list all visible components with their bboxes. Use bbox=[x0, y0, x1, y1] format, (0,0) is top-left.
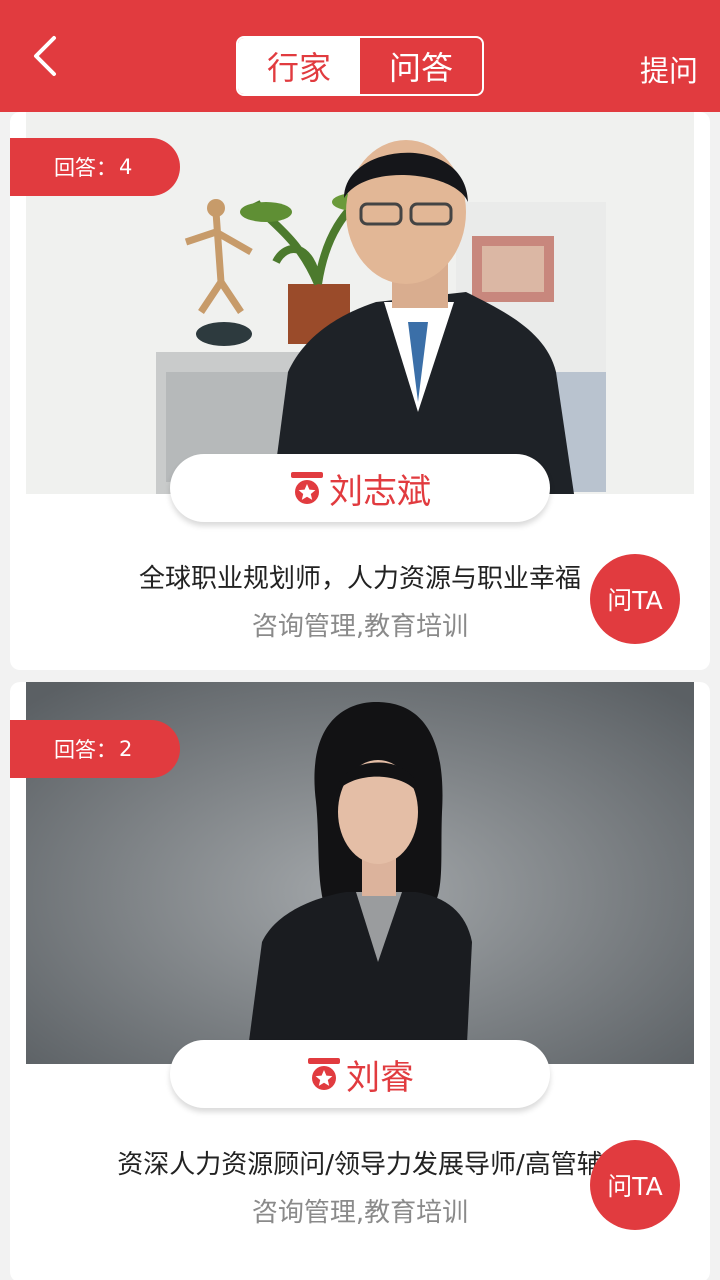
answer-count-badge: 回答： 4 bbox=[10, 138, 180, 196]
ask-ta-button[interactable]: 问TA bbox=[590, 554, 680, 644]
ask-question-button[interactable]: 提问 bbox=[640, 48, 698, 90]
top-bar: 行家 问答 提问 bbox=[0, 0, 720, 112]
back-button[interactable] bbox=[18, 28, 74, 84]
expert-name-pill[interactable]: 刘志斌 bbox=[170, 454, 550, 522]
expert-name: 刘志斌 bbox=[329, 471, 431, 512]
tab-experts[interactable]: 行家 bbox=[238, 38, 360, 94]
segmented-control: 行家 问答 bbox=[236, 36, 484, 96]
chevron-left-icon bbox=[34, 36, 56, 76]
answer-count-label: 回答： bbox=[54, 738, 117, 762]
expert-card[interactable]: 回答： 2 刘睿 资深人力资源顾问/领导力发展导师/高管辅 咨询管理,教育培训 … bbox=[10, 682, 710, 1280]
expert-name: 刘睿 bbox=[346, 1057, 414, 1098]
answer-count-badge: 回答： 2 bbox=[10, 720, 180, 778]
answer-count-value: 2 bbox=[119, 737, 133, 761]
tab-qa[interactable]: 问答 bbox=[360, 38, 482, 94]
answer-count-value: 4 bbox=[119, 155, 133, 179]
ask-ta-button[interactable]: 问TA bbox=[590, 1140, 680, 1230]
answer-count-label: 回答： bbox=[54, 156, 117, 180]
medal-icon bbox=[291, 472, 323, 504]
expert-name-pill[interactable]: 刘睿 bbox=[170, 1040, 550, 1108]
expert-card[interactable]: 回答： 4 刘志斌 全球职业规划师，人力资源与职业幸福 咨询管理,教育培训 问T… bbox=[10, 112, 710, 670]
expert-list[interactable]: 回答： 4 刘志斌 全球职业规划师，人力资源与职业幸福 咨询管理,教育培训 问T… bbox=[0, 112, 720, 1280]
medal-icon bbox=[308, 1058, 340, 1090]
